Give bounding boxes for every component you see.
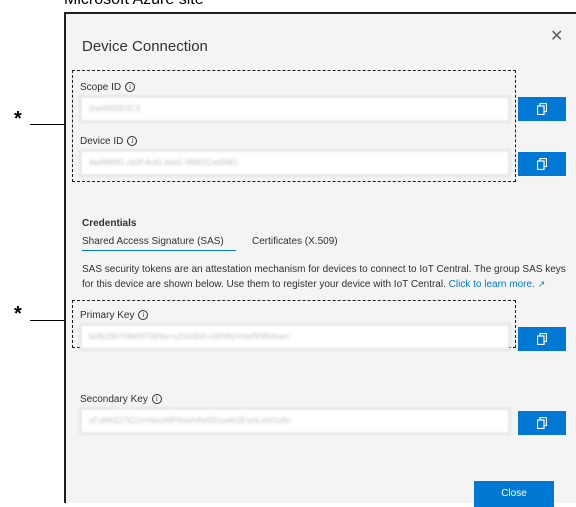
copy-scope-id-button[interactable] [518,97,566,121]
info-icon[interactable]: i [138,310,149,320]
copy-secondary-key-button[interactable] [518,411,566,435]
tab-sas[interactable]: Shared Access Signature (SAS) [82,236,224,247]
annotation-pointer-2 [30,320,68,321]
copy-icon [537,158,547,170]
primary-key-field[interactable]: bz8y29UY9b0STfdAbc+yZoUiD2+xWhNyVmeR/9NA… [80,324,510,350]
close-button[interactable]: Close [474,481,554,507]
copy-icon [537,333,547,345]
device-id-label: Device ID i [80,136,138,147]
info-icon[interactable]: i [127,136,138,146]
info-icon[interactable]: i [151,394,162,404]
tab-sas-underline [82,250,236,251]
secondary-key-label: Secondary Key i [80,394,162,405]
copy-icon [537,417,547,429]
credentials-heading: Credentials [82,218,137,229]
annotation-marker-1: * [14,108,22,130]
scope-id-field[interactable]: 0ne0005E0C3 [80,96,510,122]
info-icon[interactable]: i [125,82,136,92]
primary-key-field-wrap: bz8y29UY9b0STfdAbc+yZoUiD2+xWhNyVmeR/9NA… [80,324,510,350]
tab-certificates[interactable]: Certificates (X.509) [252,236,338,247]
annotation-marker-2: * [14,303,22,325]
close-icon[interactable]: ✕ [550,26,563,46]
secondary-key-label-text: Secondary Key [80,394,148,405]
primary-key-label: Primary Key i [80,310,149,321]
sas-description: SAS security tokens are an attestation m… [82,263,566,292]
secondary-key-field[interactable]: xFuMKjQ7IQ1mYaxuWP9neA4fz6S/yyekQEsmLehG… [80,408,510,434]
device-id-field-wrap: 4ad88691-cb2f-4c41-bbd1-960011ad3461 [80,150,510,176]
annotation-pointer-1 [30,124,68,125]
secondary-key-field-wrap: xFuMKjQ7IQ1mYaxuWP9neA4fz6S/yyekQEsmLehG… [80,408,510,434]
copy-icon [537,103,547,115]
external-link-icon[interactable]: ↗ [538,279,546,289]
primary-key-label-text: Primary Key [80,310,135,321]
learn-more-link[interactable]: Click to learn more. [449,279,535,290]
scope-id-field-wrap: 0ne0005E0C3 [80,96,510,122]
copy-device-id-button[interactable] [518,152,566,176]
scope-id-label: Scope ID i [80,82,136,93]
device-connection-dialog: Device Connection ✕ Scope ID i 0ne0005E0C… [64,12,576,507]
device-id-field[interactable]: 4ad88691-cb2f-4c41-bbd1-960011ad3461 [80,150,510,176]
page-title: Microsoft Azure site [64,0,204,9]
copy-primary-key-button[interactable] [518,327,566,351]
device-id-label-text: Device ID [80,136,124,147]
scope-id-label-text: Scope ID [80,82,122,93]
dialog-title: Device Connection [82,38,208,55]
